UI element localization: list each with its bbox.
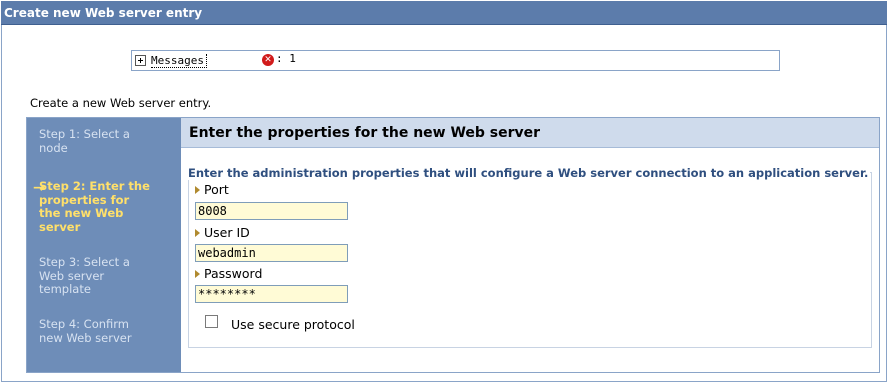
step-2: Step 2: Enter the properties for the new… [39,179,150,234]
page-title: Create new Web server entry [1,1,887,25]
error-count: : 1 [276,52,296,65]
password-label: Password [204,266,263,281]
expand-plus-icon[interactable] [135,55,146,66]
content-heading: Enter the properties for the new Web ser… [181,118,879,148]
fieldset-legend: Enter the administration properties that… [186,166,871,180]
secure-protocol-checkbox[interactable] [205,315,218,328]
messages-toggle[interactable]: Messages [151,53,207,68]
error-x-icon: ✕ [262,54,274,66]
intro-text: Create a new Web server entry. [30,96,212,110]
step-1: Step 1: Select a node [39,127,130,155]
required-marker-icon [195,229,200,237]
secure-protocol-label: Use secure protocol [231,317,355,332]
port-label: Port [204,182,229,197]
required-marker-icon [195,270,200,278]
step-4: Step 4: Confirm new Web server [39,317,132,345]
messages-panel: Messages ✕ : 1 [131,50,780,71]
required-marker-icon [195,186,200,194]
user-id-label: User ID [204,225,250,240]
password-field[interactable]: ******** [195,285,348,303]
user-id-field[interactable]: webadmin [195,244,348,262]
step-3: Step 3: Select a Web server template [39,255,130,296]
port-field[interactable]: 8008 [195,202,348,220]
